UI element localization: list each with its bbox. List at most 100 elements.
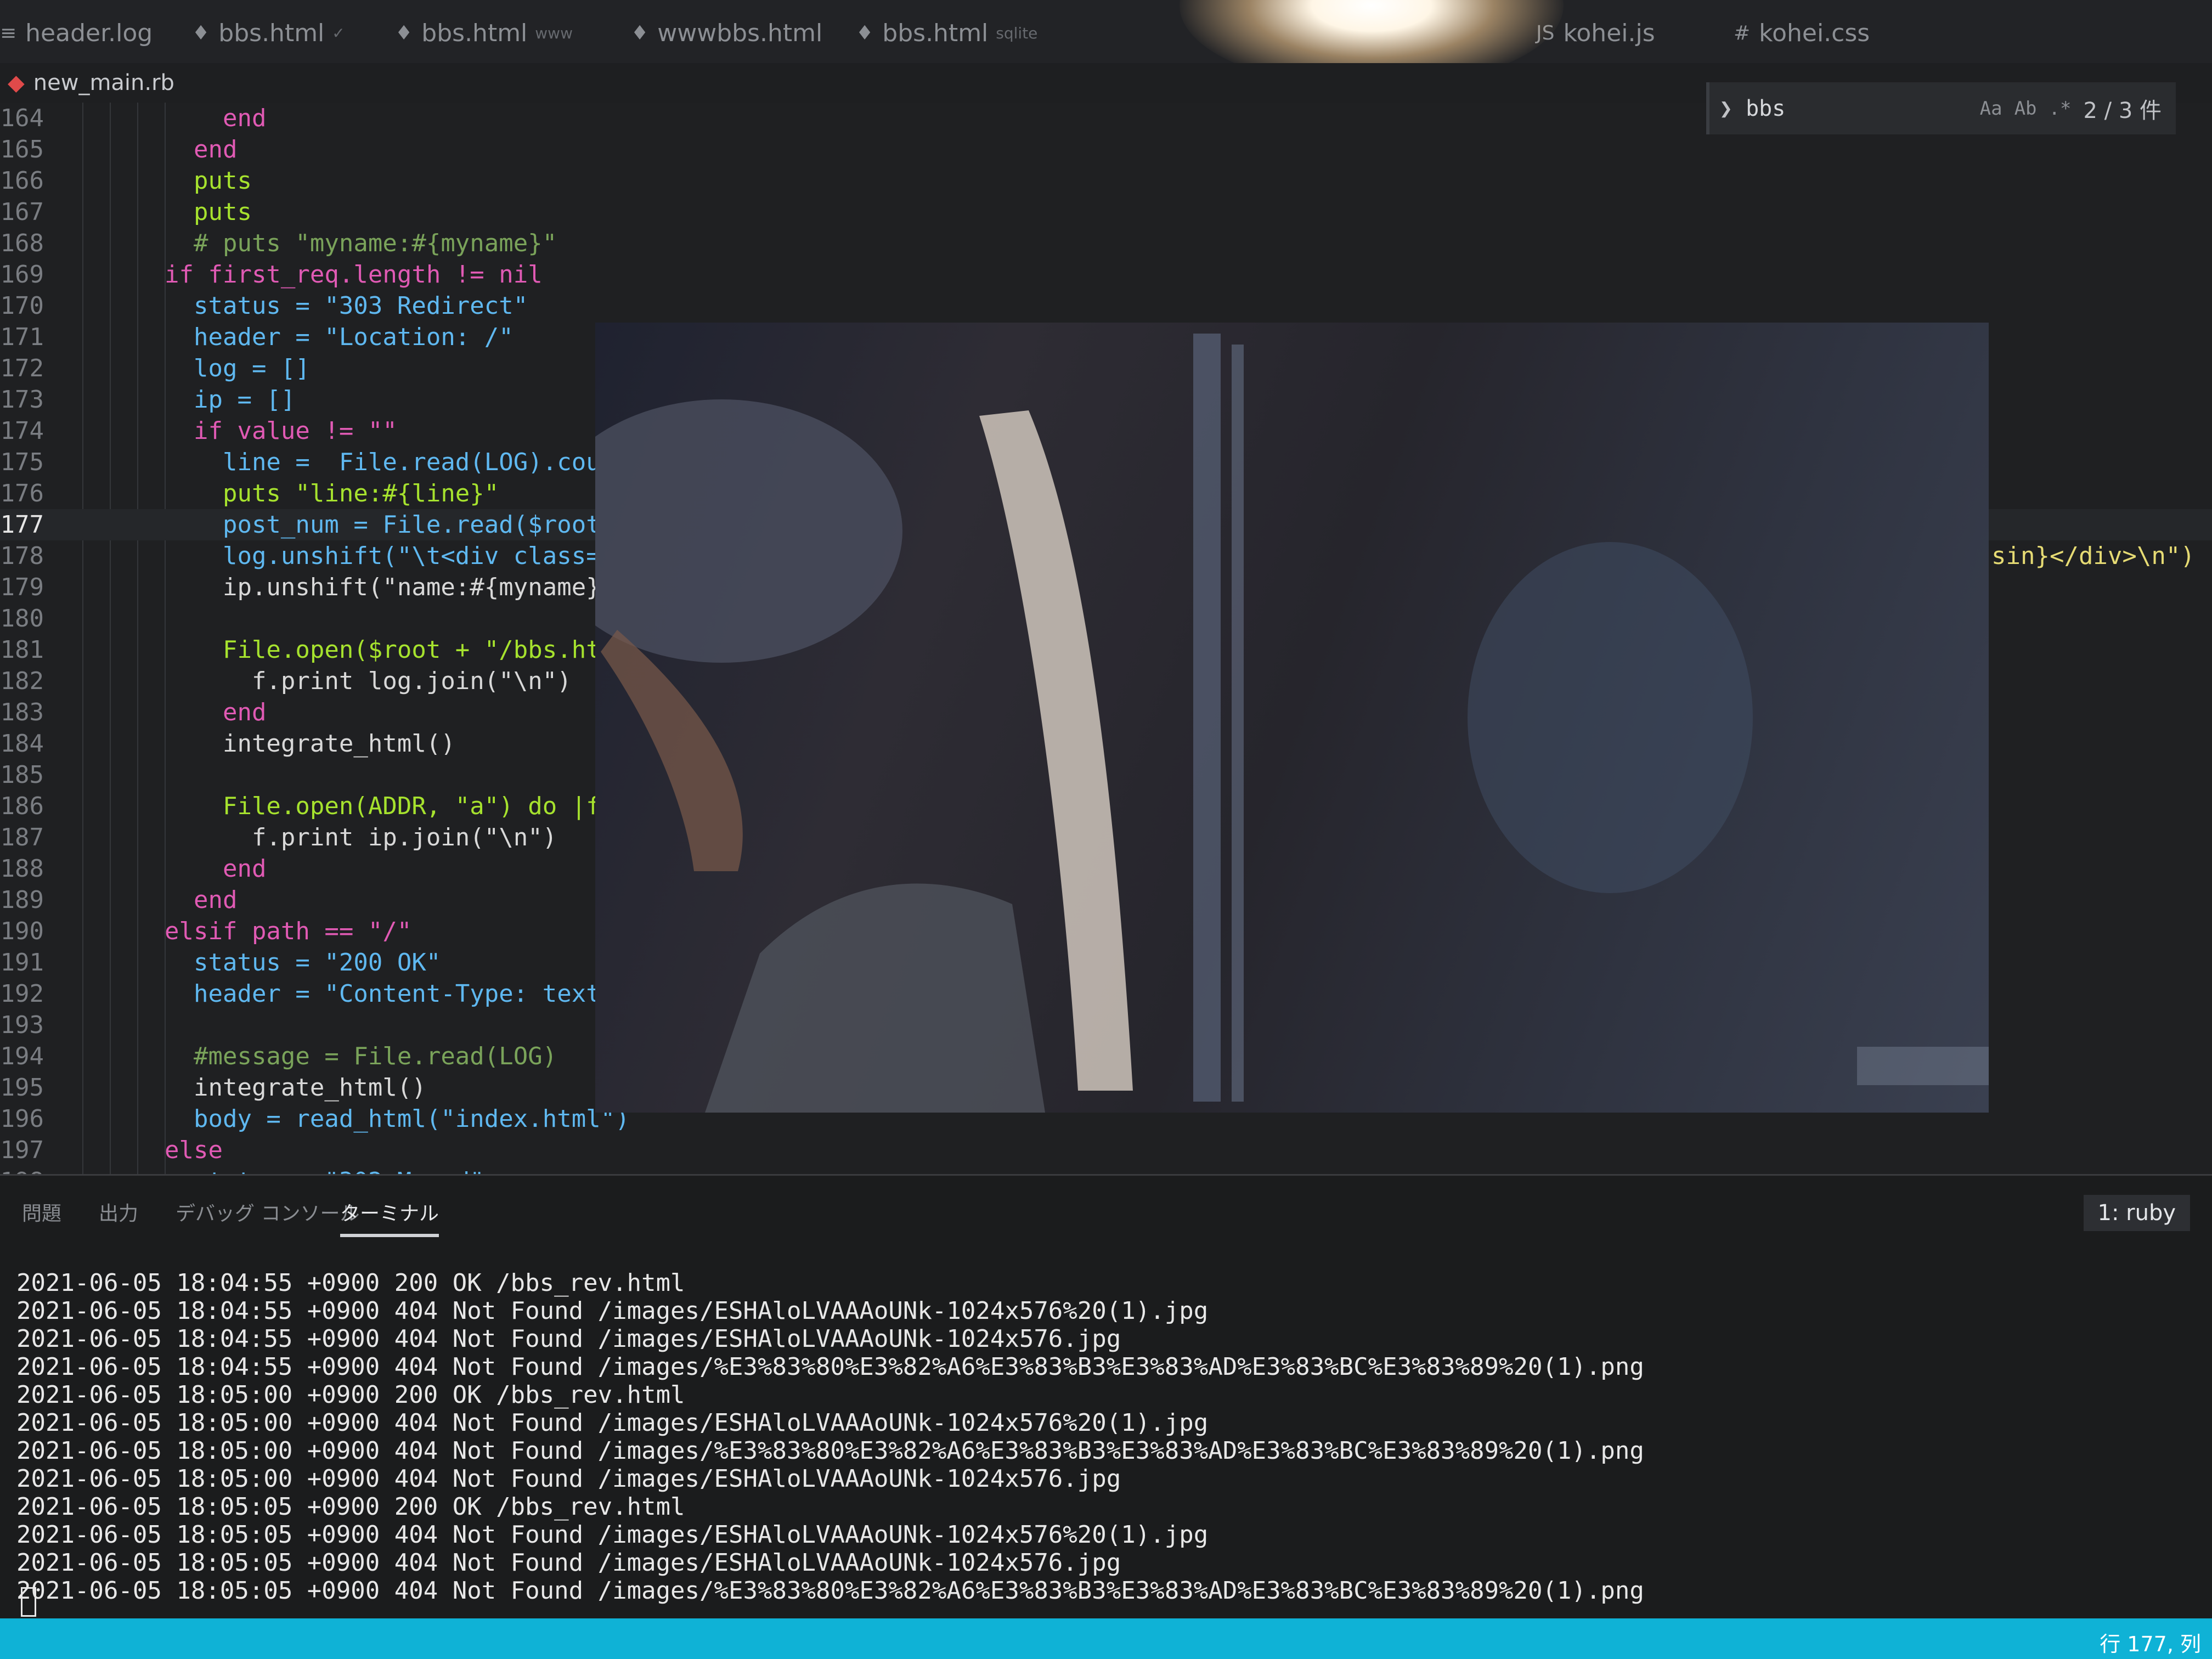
code-line[interactable]: 167 puts xyxy=(0,196,2212,228)
find-widget[interactable]: ❯ bbs Aa Ab .* 2 / 3 件 xyxy=(1706,82,2176,134)
code-text: puts "line:#{line}" xyxy=(165,479,499,507)
code-text: ip = [] xyxy=(165,386,296,414)
terminal-line: 2021-06-05 18:04:55 +0900 404 Not Found … xyxy=(16,1297,1209,1325)
terminal-line: 2021-06-05 18:05:00 +0900 404 Not Found … xyxy=(16,1465,1121,1493)
tab-hint: www xyxy=(535,24,573,42)
line-number: 168 xyxy=(0,229,44,257)
terminal-line: 2021-06-05 18:04:55 +0900 404 Not Found … xyxy=(16,1325,1121,1353)
panel-tab-3[interactable]: ターミナル xyxy=(340,1198,439,1237)
tab-label: wwwbbs.html xyxy=(657,19,823,47)
code-text: File.open($root + "/bbs.html", xyxy=(165,636,659,664)
line-number: 192 xyxy=(0,980,44,1008)
terminal-line: 2021-06-05 18:05:05 +0900 200 OK /bbs_re… xyxy=(16,1493,685,1521)
line-number: 184 xyxy=(0,730,44,758)
line-number: 186 xyxy=(0,792,44,820)
whole-word-toggle[interactable]: Ab xyxy=(2015,98,2037,120)
terminal-line: 2021-06-05 18:05:05 +0900 404 Not Found … xyxy=(16,1577,1644,1605)
video-frame-image xyxy=(540,334,1989,1113)
code-text: if first_req.length != nil xyxy=(165,261,543,289)
line-number: 177 xyxy=(0,511,44,539)
code-text: else xyxy=(165,1136,223,1164)
line-number: 185 xyxy=(0,761,44,789)
terminal-line: 2021-06-05 18:04:55 +0900 200 OK /bbs_re… xyxy=(16,1269,685,1297)
line-number: 197 xyxy=(0,1136,44,1164)
status-bar: 行 177, 列 xyxy=(0,1618,2212,1659)
code-line[interactable]: 169 if first_req.length != nil xyxy=(0,259,2212,290)
line-number: 176 xyxy=(0,479,44,507)
line-number: 167 xyxy=(0,198,44,226)
line-number: 182 xyxy=(0,667,44,695)
code-text: end xyxy=(165,104,267,132)
code-text: end xyxy=(165,886,238,914)
code-text-continuation: sin}</div>\n") xyxy=(1991,542,2195,570)
code-text: ip.unshift("name:#{myname} IP: xyxy=(165,573,659,601)
breadcrumb-file[interactable]: new_main.rb xyxy=(33,70,174,95)
code-line[interactable]: 197 else xyxy=(0,1135,2212,1166)
line-number: 165 xyxy=(0,136,44,163)
code-line[interactable]: 165 end xyxy=(0,134,2212,165)
code-text: # puts "myname:#{myname}" xyxy=(165,229,557,257)
line-number: 189 xyxy=(0,886,44,914)
css-icon: # xyxy=(1734,21,1751,44)
line-number: 179 xyxy=(0,573,44,601)
tab-1[interactable]: ♦ bbs.html ✓ xyxy=(192,11,345,55)
line-number: 194 xyxy=(0,1042,44,1070)
tab-5[interactable]: JS kohei.js xyxy=(1536,11,1655,55)
code-text: post_num = File.read($root + " xyxy=(165,511,659,539)
tab-4[interactable]: ♦ bbs.html sqlite xyxy=(856,11,1037,55)
terminal-select[interactable]: 1: ruby xyxy=(2083,1195,2190,1231)
match-case-toggle[interactable]: Aa xyxy=(1980,98,2002,120)
code-text: File.open(ADDR, "a") do |f| xyxy=(165,792,616,820)
terminal-line: 2021-06-05 18:05:00 +0900 404 Not Found … xyxy=(16,1437,1644,1465)
bottom-panel: 1: ruby 問題 出力 デバッグ コンソール ターミナル 2021-06-05 18… xyxy=(0,1174,2212,1620)
html-icon: ♦ xyxy=(631,21,649,44)
tab-hint: ✓ xyxy=(332,24,345,42)
tab-label: bbs.html xyxy=(218,19,325,47)
regex-toggle[interactable]: .* xyxy=(2049,98,2072,120)
line-number: 196 xyxy=(0,1105,44,1133)
code-text: elsif path == "/" xyxy=(165,917,412,945)
line-number: 180 xyxy=(0,605,44,633)
tab-hint: sqlite xyxy=(996,24,1038,42)
line-number: 183 xyxy=(0,698,44,726)
line-number: 171 xyxy=(0,323,44,351)
code-text: end xyxy=(165,136,238,163)
panel-tab-0[interactable]: 問題 xyxy=(22,1198,61,1226)
tab-3[interactable]: ♦ wwwbbs.html xyxy=(631,11,822,55)
code-text: log.unshift("\t<div class=\"po xyxy=(165,542,659,570)
code-text: f.print ip.join("\n") xyxy=(165,823,557,851)
code-text: integrate_html() xyxy=(165,730,455,758)
terminal-line: 2021-06-05 18:05:05 +0900 404 Not Found … xyxy=(16,1521,1209,1549)
code-line[interactable]: 168 # puts "myname:#{myname}" xyxy=(0,228,2212,259)
line-number: 172 xyxy=(0,354,44,382)
code-text: log = [] xyxy=(165,354,310,382)
line-number: 181 xyxy=(0,636,44,664)
tab-label: kohei.css xyxy=(1759,19,1870,47)
line-number: 164 xyxy=(0,104,44,132)
html-icon: ♦ xyxy=(395,21,413,44)
line-number: 190 xyxy=(0,917,44,945)
code-line[interactable]: 170 status = "303 Redirect" xyxy=(0,290,2212,321)
panel-tab-2[interactable]: デバッグ コンソール xyxy=(176,1198,359,1226)
code-text: #message = File.read(LOG) xyxy=(165,1042,557,1070)
find-input[interactable]: bbs xyxy=(1746,96,1968,121)
js-icon: JS xyxy=(1536,21,1555,44)
code-text: end xyxy=(165,855,267,883)
code-text: body = read_html("index.html") xyxy=(165,1105,630,1133)
line-number: 175 xyxy=(0,448,44,476)
code-text: f.print log.join("\n") xyxy=(165,667,572,695)
video-overlay[interactable] xyxy=(540,323,1989,1113)
tab-label: bbs.html xyxy=(421,19,528,47)
terminal-line: 2021-06-05 18:04:55 +0900 404 Not Found … xyxy=(16,1353,1644,1381)
tab-6[interactable]: # kohei.css xyxy=(1734,11,1870,55)
cursor-position[interactable]: 行 177, 列 xyxy=(2100,1627,2201,1657)
tab-2[interactable]: ♦ bbs.html www xyxy=(395,11,573,55)
line-number: 173 xyxy=(0,386,44,414)
panel-tab-1[interactable]: 出力 xyxy=(99,1198,138,1226)
line-number: 169 xyxy=(0,261,44,289)
chevron-right-icon[interactable]: ❯ xyxy=(1719,96,1733,121)
tab-0[interactable]: ≡ header.log xyxy=(0,11,153,55)
code-line[interactable]: 166 puts xyxy=(0,165,2212,196)
line-number: 191 xyxy=(0,949,44,977)
code-text: header = "Content-Type: text/htm xyxy=(165,980,659,1008)
